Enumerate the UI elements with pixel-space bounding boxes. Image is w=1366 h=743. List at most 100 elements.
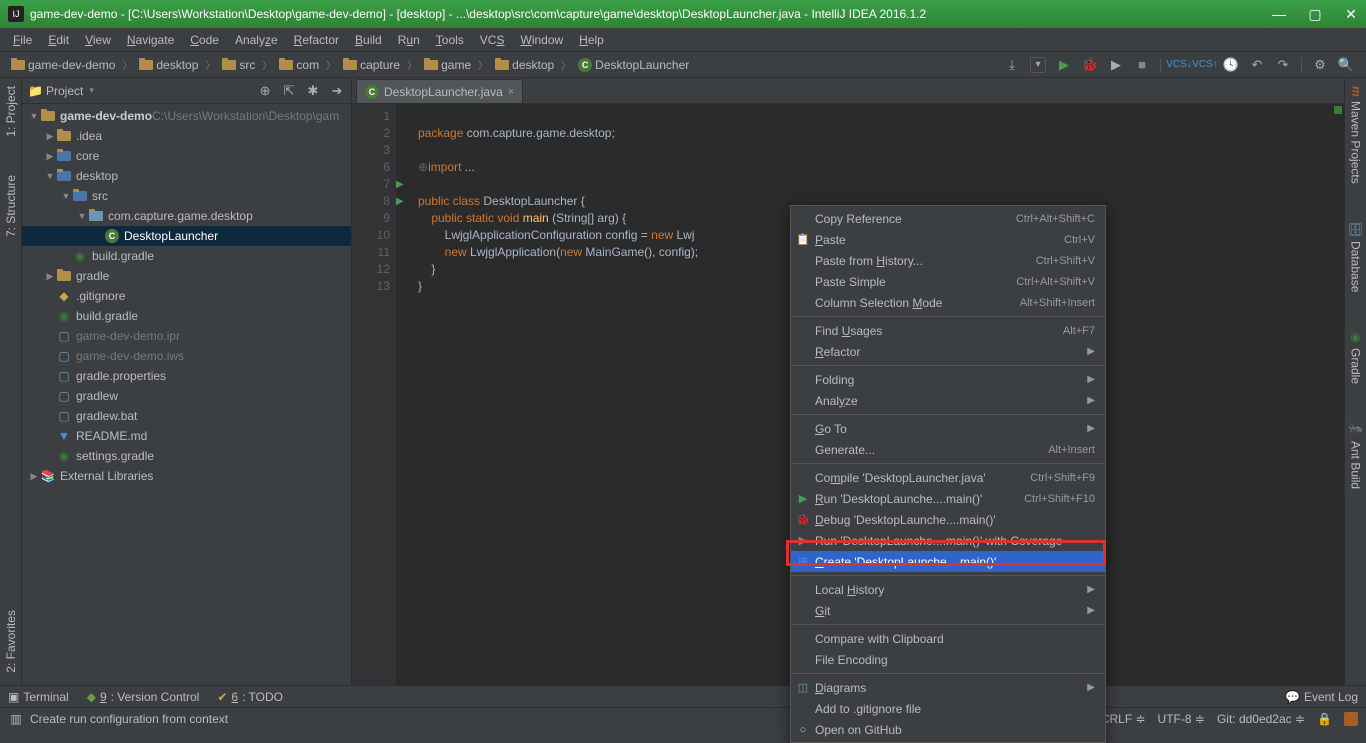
run-icon[interactable]: ▶ (1056, 57, 1072, 73)
tab-database[interactable]: 🗄Database (1347, 218, 1365, 297)
redo-icon[interactable]: ↷ (1275, 57, 1291, 73)
close-tab-icon[interactable]: × (508, 86, 514, 98)
menu-help[interactable]: Help (572, 31, 611, 49)
tree-item[interactable]: ◉settings.gradle (22, 446, 351, 466)
project-panel-title[interactable]: 📁 Project ▾ (28, 84, 94, 98)
tab-favorites[interactable]: 2: Favorites (2, 606, 20, 677)
tree-external-libs[interactable]: ▶📚External Libraries (22, 466, 351, 486)
run-config-selector[interactable]: ▾ (1030, 57, 1046, 73)
context-item[interactable]: ◫Diagrams▶ (791, 677, 1105, 698)
tree-item[interactable]: ▶.idea (22, 126, 351, 146)
menu-vcs[interactable]: VCS (473, 31, 512, 49)
menu-navigate[interactable]: Navigate (120, 31, 181, 49)
hector-icon[interactable] (1344, 712, 1358, 726)
menu-view[interactable]: View (78, 31, 118, 49)
breadcrumb-item[interactable]: src (217, 57, 260, 73)
run-gutter-icon[interactable]: ▶ (396, 176, 404, 193)
context-item[interactable]: 🐞Debug 'DesktopLaunche....main()' (791, 509, 1105, 530)
context-item[interactable]: ▶Run 'DesktopLaunche....main()' with Cov… (791, 530, 1105, 551)
breadcrumb-item[interactable]: game (419, 57, 476, 73)
tab-terminal[interactable]: ▣Terminal (8, 690, 69, 704)
breadcrumb-item[interactable]: CDesktopLauncher (573, 57, 694, 73)
make-project-icon[interactable]: ⤓ (1004, 57, 1020, 73)
tab-structure[interactable]: 7: Structure (2, 171, 20, 241)
menu-file[interactable]: File (6, 31, 39, 49)
tree-item[interactable]: ▢gradlew (22, 386, 351, 406)
file-encoding[interactable]: UTF-8 ≑ (1158, 712, 1205, 726)
context-item[interactable]: Compare with Clipboard (791, 628, 1105, 649)
settings-gear-icon[interactable]: ✱ (305, 83, 321, 99)
tree-item[interactable]: ▼com.capture.game.desktop (22, 206, 351, 226)
breadcrumb-item[interactable]: capture (338, 57, 405, 73)
vcs-update-icon[interactable]: VCS↓ (1171, 57, 1187, 73)
tree-item[interactable]: ▢gradlew.bat (22, 406, 351, 426)
readonly-lock-icon[interactable]: 🔒 (1317, 712, 1332, 726)
menu-edit[interactable]: Edit (41, 31, 76, 49)
tree-item[interactable]: ▼src (22, 186, 351, 206)
context-item[interactable]: Git▶ (791, 600, 1105, 621)
tree-item[interactable]: ◆.gitignore (22, 286, 351, 306)
context-item[interactable]: Folding▶ (791, 369, 1105, 390)
context-item[interactable]: Paste from History...Ctrl+Shift+V (791, 250, 1105, 271)
breadcrumb-item[interactable]: desktop (134, 57, 203, 73)
tree-item[interactable]: ▼desktop (22, 166, 351, 186)
context-item[interactable]: Refactor▶ (791, 341, 1105, 362)
inspection-ok-icon[interactable] (1334, 106, 1342, 114)
tree-item[interactable]: ▶gradle (22, 266, 351, 286)
close-button[interactable]: ✕ (1344, 7, 1358, 21)
tree-item[interactable]: ▼README.md (22, 426, 351, 446)
menu-build[interactable]: Build (348, 31, 389, 49)
tree-item[interactable]: CDesktopLauncher (22, 226, 351, 246)
tree-item[interactable]: ◉build.gradle (22, 246, 351, 266)
maximize-button[interactable]: ▢ (1308, 7, 1322, 21)
tree-item[interactable]: ◉build.gradle (22, 306, 351, 326)
tree-item[interactable]: ▶core (22, 146, 351, 166)
context-item[interactable]: Column Selection ModeAlt+Shift+Insert (791, 292, 1105, 313)
context-item[interactable]: ○Open on GitHub (791, 719, 1105, 740)
minimize-button[interactable]: — (1272, 7, 1286, 21)
context-item[interactable]: File Encoding (791, 649, 1105, 670)
context-item[interactable]: ▶Run 'DesktopLaunche....main()'Ctrl+Shif… (791, 488, 1105, 509)
menu-analyze[interactable]: Analyze (228, 31, 285, 49)
settings-icon[interactable]: ⚙ (1312, 57, 1328, 73)
context-item[interactable]: Add to .gitignore file (791, 698, 1105, 719)
context-item[interactable]: 📋PasteCtrl+V (791, 229, 1105, 250)
search-icon[interactable]: 🔍 (1338, 57, 1354, 73)
menu-run[interactable]: Run (391, 31, 427, 49)
tree-item[interactable]: ▢game-dev-demo.ipr (22, 326, 351, 346)
vcs-commit-icon[interactable]: VCS↑ (1197, 57, 1213, 73)
tab-vcs[interactable]: ◆9: Version Control (87, 690, 200, 704)
tab-project[interactable]: 1: Project (2, 82, 20, 141)
run-gutter-icon[interactable]: ▶ (396, 193, 404, 210)
context-item[interactable]: Local History▶ (791, 579, 1105, 600)
collapse-icon[interactable]: ⇱ (281, 83, 297, 99)
breadcrumb-item[interactable]: game-dev-demo (6, 57, 120, 73)
context-item[interactable]: Generate...Alt+Insert (791, 439, 1105, 460)
menu-code[interactable]: Code (183, 31, 226, 49)
context-item[interactable]: Paste SimpleCtrl+Alt+Shift+V (791, 271, 1105, 292)
tree-item[interactable]: ▢game-dev-demo.iws (22, 346, 351, 366)
context-item[interactable]: Analyze▶ (791, 390, 1105, 411)
breadcrumb-item[interactable]: com (274, 57, 324, 73)
tree-item[interactable]: ▢gradle.properties (22, 366, 351, 386)
breadcrumb-item[interactable]: desktop (490, 57, 559, 73)
tab-gradle[interactable]: ◉Gradle (1347, 326, 1365, 388)
editor-tab[interactable]: C DesktopLauncher.java × (356, 79, 523, 103)
coverage-icon[interactable]: ▶ (1108, 57, 1124, 73)
git-branch[interactable]: Git: dd0ed2ac ≑ (1217, 712, 1305, 726)
tab-todo[interactable]: ✔6: TODO (217, 690, 283, 704)
tab-event-log[interactable]: 💬Event Log (1285, 690, 1358, 704)
autoscroll-icon[interactable]: ⊕ (257, 83, 273, 99)
project-tree[interactable]: ▼game-dev-demo C:\Users\Workstation\Desk… (22, 104, 351, 685)
context-item[interactable]: Copy ReferenceCtrl+Alt+Shift+C (791, 208, 1105, 229)
debug-icon[interactable]: 🐞 (1082, 57, 1098, 73)
context-item[interactable]: Go To▶ (791, 418, 1105, 439)
vcs-history-icon[interactable]: 🕓 (1223, 57, 1239, 73)
undo-icon[interactable]: ↶ (1249, 57, 1265, 73)
line-separator[interactable]: CRLF ≑ (1101, 712, 1146, 726)
tree-root[interactable]: ▼game-dev-demo C:\Users\Workstation\Desk… (22, 106, 351, 126)
context-item[interactable]: ⊞Create 'DesktopLaunche....main()'... (791, 551, 1105, 572)
tool-window-toggle-icon[interactable]: ▥ (8, 711, 24, 727)
menu-window[interactable]: Window (513, 31, 570, 49)
menu-tools[interactable]: Tools (429, 31, 471, 49)
